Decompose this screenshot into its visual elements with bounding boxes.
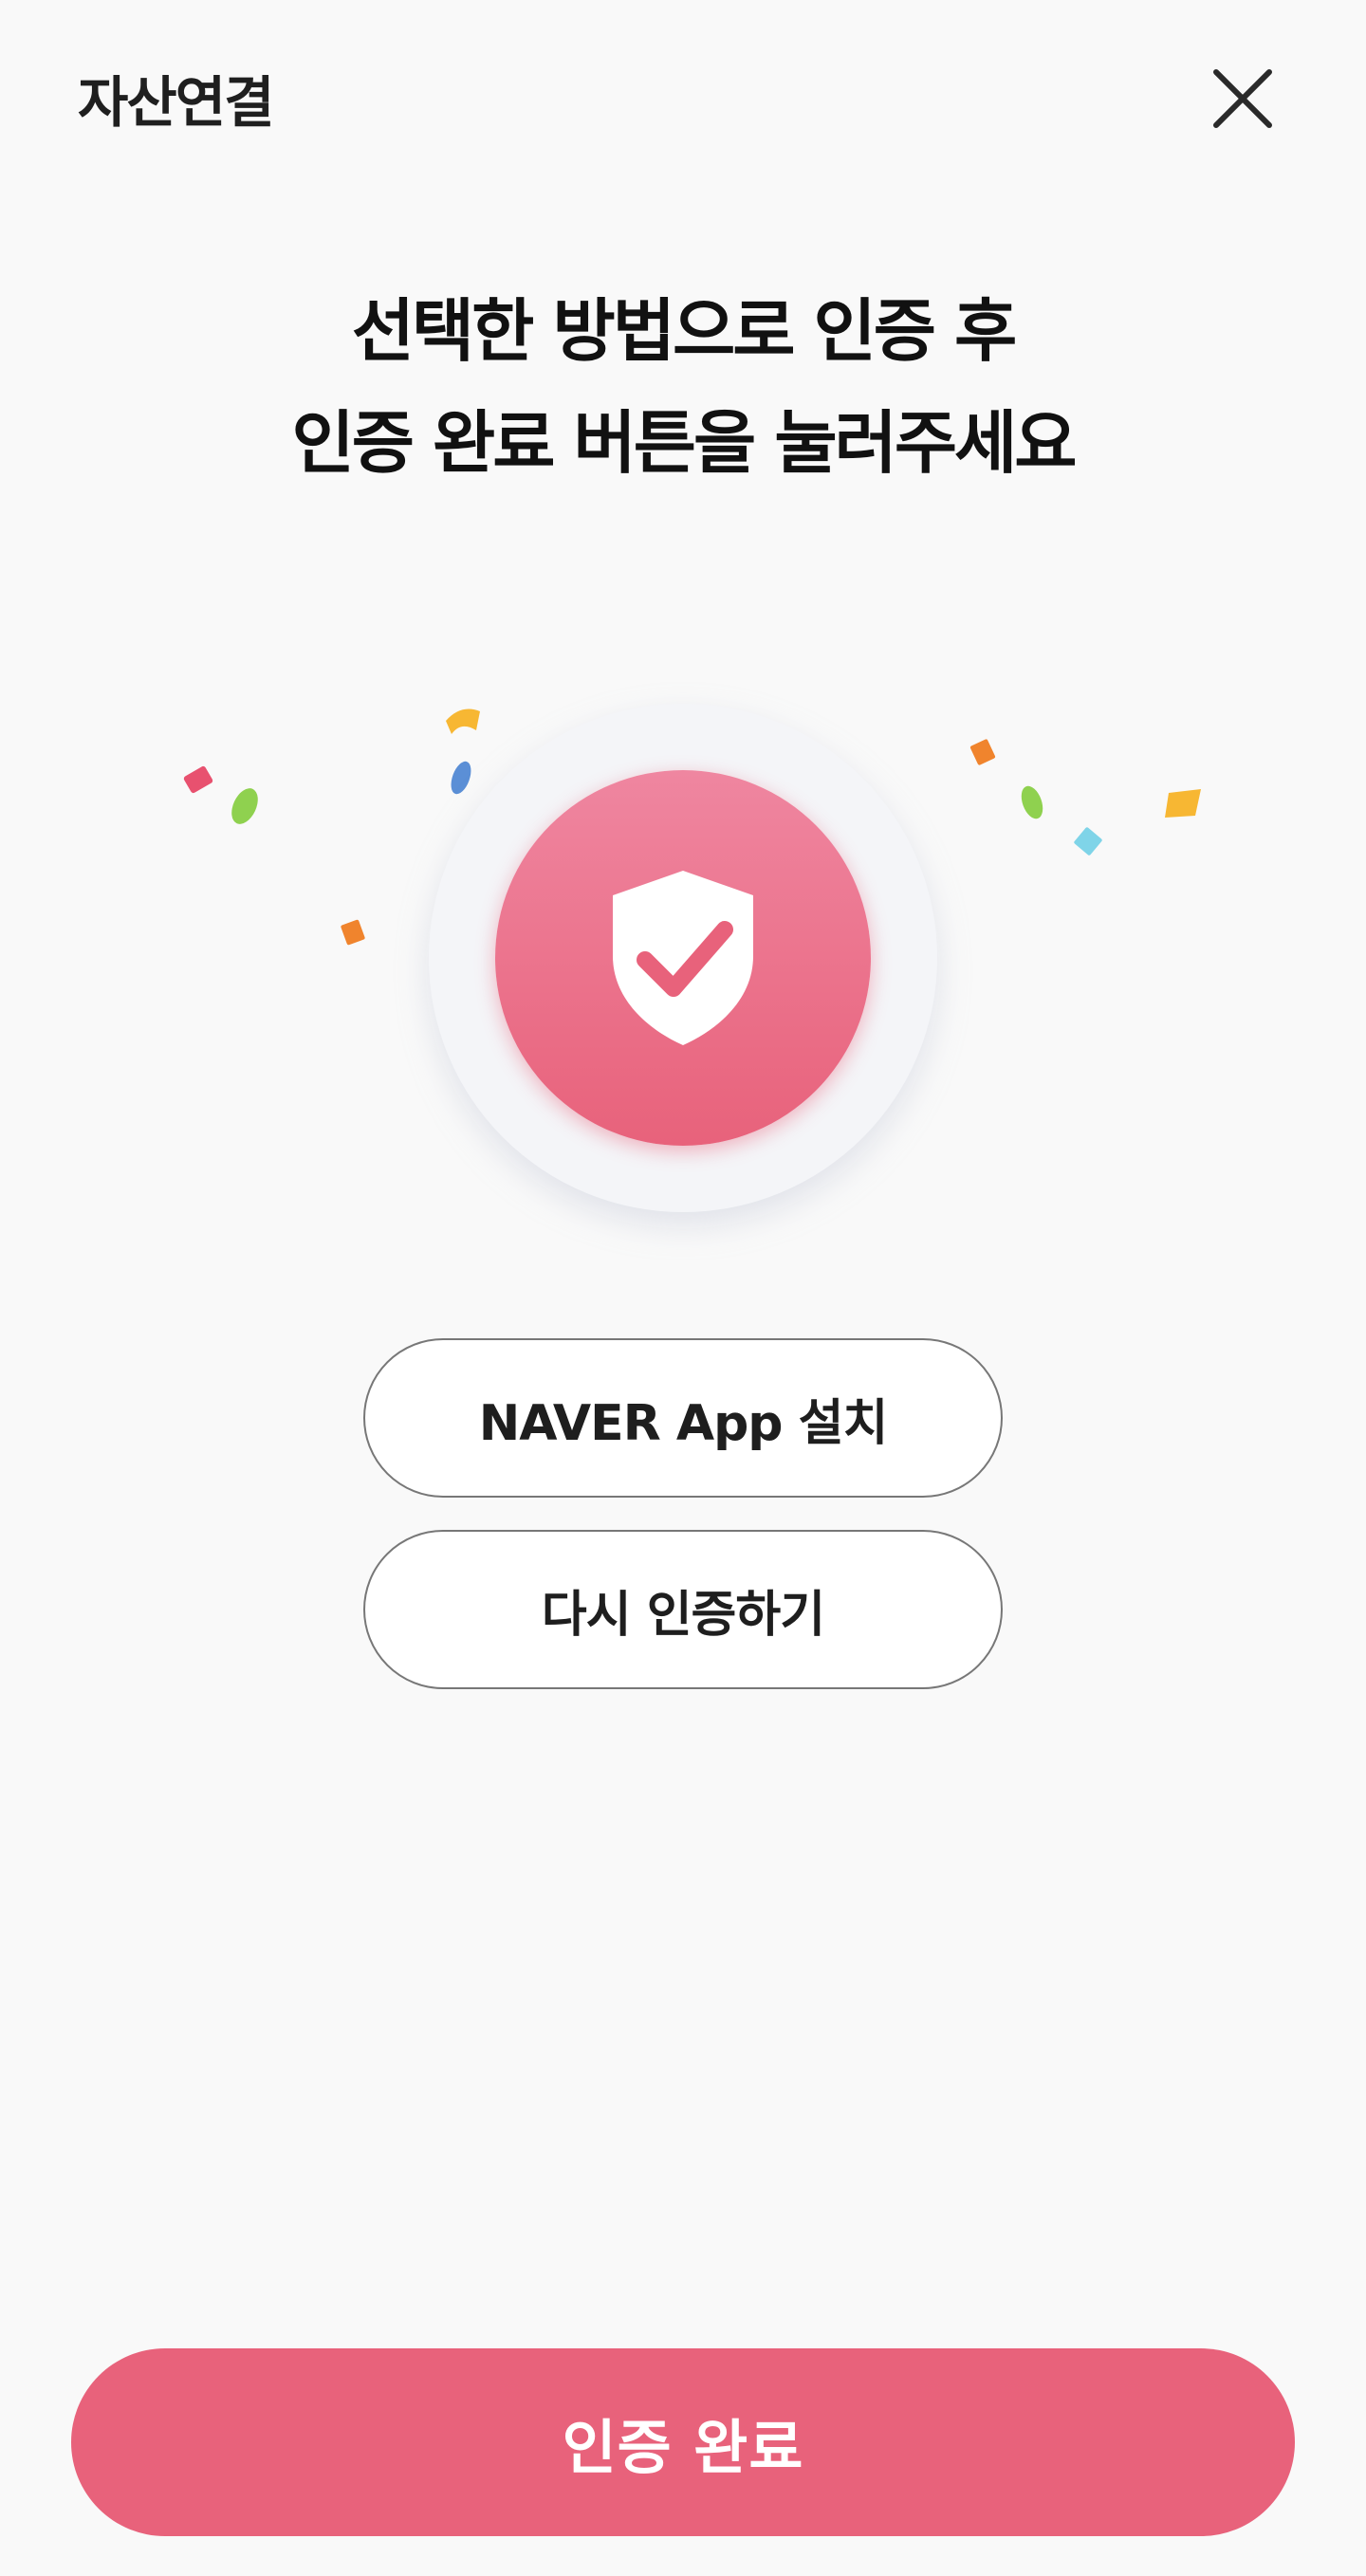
shield-check-icon: [613, 871, 753, 1045]
auth-illustration: [161, 683, 1205, 1271]
instruction-heading: 선택한 방법으로 인증 후 인증 완료 버튼을 눌러주세요: [0, 275, 1366, 499]
close-icon: [1213, 69, 1272, 128]
install-naver-app-button[interactable]: NAVER App 설치: [363, 1338, 1003, 1498]
close-button[interactable]: [1205, 61, 1281, 137]
instruction-line-2: 인증 완료 버튼을 눌러주세요: [291, 403, 1077, 483]
page-title: 자산연결: [78, 70, 274, 135]
complete-auth-button[interactable]: 인증 완료: [71, 2348, 1295, 2536]
top-bar: 자산연결: [0, 0, 1366, 199]
instruction-line-1: 선택한 방법으로 인증 후: [351, 291, 1018, 371]
retry-auth-button[interactable]: 다시 인증하기: [363, 1530, 1003, 1689]
